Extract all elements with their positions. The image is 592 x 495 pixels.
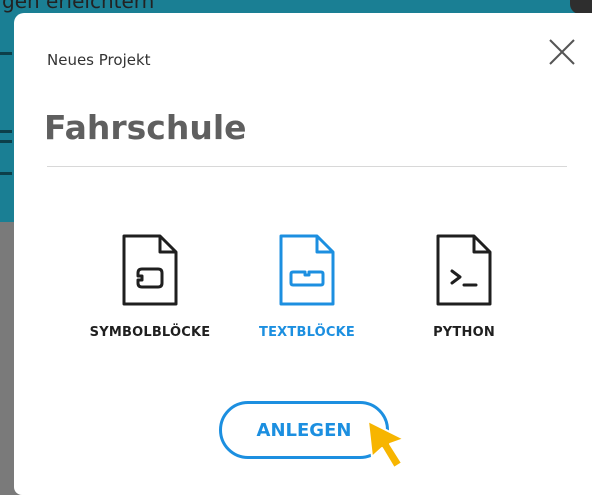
- option-symbolbloecke[interactable]: SYMBOLBLÖCKE: [80, 233, 220, 340]
- background-mark: [0, 140, 12, 143]
- dialog-title: Neues Projekt: [47, 51, 151, 69]
- close-button[interactable]: [546, 36, 578, 68]
- project-name-input[interactable]: [44, 108, 564, 147]
- background-text: gen erleichtern: [2, 0, 155, 13]
- close-icon: [549, 39, 575, 65]
- new-project-dialog: Neues Projekt SYMBOLBLÖCKE TEXTBLÖCKE: [14, 13, 592, 495]
- background-mark: [0, 52, 12, 55]
- input-underline: [47, 166, 567, 167]
- option-python[interactable]: PYTHON: [424, 233, 504, 340]
- background-mark: [0, 172, 12, 175]
- pointer-cursor-icon: [367, 420, 405, 469]
- background-mark: [0, 130, 12, 133]
- option-label: TEXTBLÖCKE: [259, 325, 355, 340]
- background-corner: [570, 0, 592, 14]
- file-textblocks-icon: [279, 234, 335, 306]
- option-label: PYTHON: [433, 325, 495, 340]
- file-blocks-icon: [122, 234, 178, 306]
- file-python-icon: [436, 234, 492, 306]
- option-textbloecke[interactable]: TEXTBLÖCKE: [252, 233, 362, 340]
- option-label: SYMBOLBLÖCKE: [89, 325, 211, 340]
